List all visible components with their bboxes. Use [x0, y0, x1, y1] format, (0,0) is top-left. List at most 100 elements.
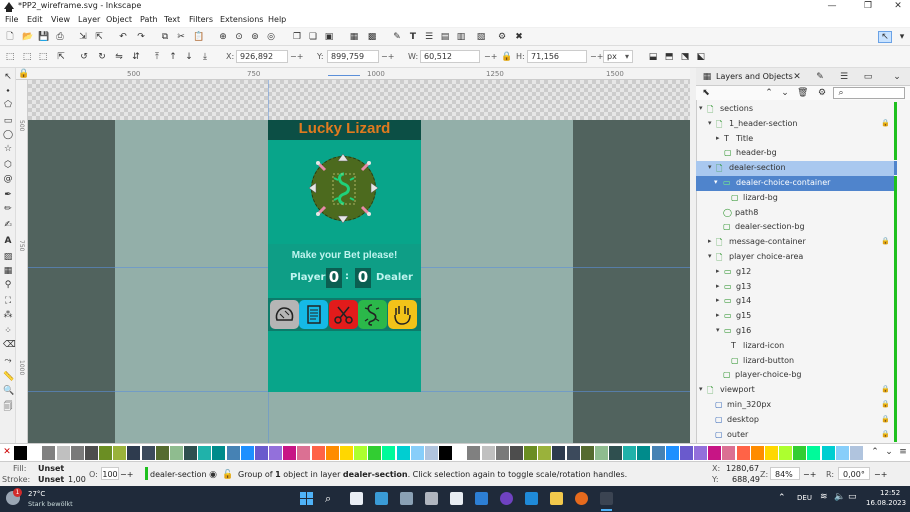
task-view-icon[interactable] — [350, 492, 363, 505]
selector-tool-icon[interactable]: ↖ — [3, 72, 13, 82]
flip-vertical-icon[interactable]: ⇵ — [131, 52, 141, 62]
opacity-field[interactable]: 100 — [101, 467, 119, 480]
zoom-tool-icon[interactable]: 🔍 — [3, 386, 14, 396]
new-document-icon[interactable]: 🗋 — [5, 32, 15, 42]
flip-horizontal-icon[interactable]: ⇋ — [114, 52, 124, 62]
color-swatch[interactable] — [821, 446, 835, 460]
minimize-button[interactable]: — — [822, 1, 842, 11]
bet-message[interactable]: Make your Bet please! — [268, 250, 421, 261]
zoom-field[interactable]: 84% — [770, 467, 800, 480]
store-icon[interactable] — [475, 492, 488, 505]
star-tool-icon[interactable]: ☆ — [3, 144, 13, 154]
color-swatch[interactable] — [269, 446, 283, 460]
xml-editor-icon[interactable]: ▤ — [440, 32, 450, 42]
color-swatch[interactable] — [212, 446, 226, 460]
scissors-button[interactable] — [329, 300, 358, 329]
layers-icon[interactable]: ▧ — [476, 32, 486, 42]
expand-arrow-icon[interactable]: ▸ — [716, 267, 723, 275]
align-distribute-icon[interactable]: ☰ — [424, 32, 434, 42]
group-icon[interactable]: ▦ — [349, 32, 359, 42]
redo-icon[interactable]: ↷ — [136, 32, 146, 42]
expand-arrow-icon[interactable]: ▸ — [716, 311, 723, 319]
measure-tool-icon[interactable]: 📏 — [3, 372, 14, 382]
no-paint-icon[interactable]: ✕ — [2, 447, 12, 457]
color-swatch[interactable] — [198, 446, 212, 460]
layer-row-header-section[interactable]: ▾ 🗋 1_header-section 🔒 — [696, 117, 894, 132]
expand-arrow-icon[interactable]: ▾ — [699, 385, 706, 393]
inkscape-taskbar-icon[interactable] — [600, 492, 613, 505]
menu-text[interactable]: Text — [164, 15, 180, 24]
color-swatch[interactable] — [764, 446, 778, 460]
color-swatch[interactable] — [141, 446, 155, 460]
w-field[interactable]: 60,512 — [420, 50, 480, 63]
lock-icon[interactable]: 🔒 — [881, 430, 890, 438]
clock-time[interactable]: 12:52 — [880, 489, 900, 497]
h-field[interactable]: 71,156 — [527, 50, 587, 63]
zoom-page-icon[interactable]: ⊚ — [250, 32, 260, 42]
color-swatch[interactable] — [439, 446, 453, 460]
color-swatch[interactable] — [835, 446, 849, 460]
expand-arrow-icon[interactable]: ▸ — [716, 134, 723, 142]
color-swatch[interactable] — [509, 446, 523, 460]
camera-app-icon[interactable] — [400, 492, 413, 505]
widgets-icon[interactable] — [375, 492, 388, 505]
scale-corners-icon[interactable]: ⬒ — [664, 52, 674, 62]
snap-options-icon[interactable]: ▾ — [897, 32, 907, 42]
raise-icon[interactable]: ↑ — [168, 52, 178, 62]
pencil-tool-icon[interactable]: ✏ — [3, 204, 13, 214]
color-swatch[interactable] — [56, 446, 70, 460]
layer-row-dealer-section-bg[interactable]: ▢ dealer-section-bg — [696, 220, 894, 235]
undo-icon[interactable]: ↶ — [118, 32, 128, 42]
fill-stroke-icon[interactable]: ✎ — [392, 32, 402, 42]
rectangle-tool-icon[interactable]: ▭ — [3, 116, 13, 126]
color-swatch[interactable] — [70, 446, 84, 460]
language-indicator[interactable]: DEU — [797, 494, 812, 502]
notepad-icon[interactable] — [450, 492, 463, 505]
color-swatch[interactable] — [793, 446, 807, 460]
clone-icon[interactable]: ❏ — [308, 32, 318, 42]
layer-row-sections[interactable]: ▾ 🗋 sections — [696, 102, 894, 117]
snap-toggle-icon[interactable]: ↖ — [878, 31, 892, 43]
paper-button[interactable] — [299, 300, 328, 329]
battery-icon[interactable]: ▭ — [848, 492, 857, 502]
3d-box-tool-icon[interactable]: ⬡ — [3, 160, 13, 170]
color-swatch[interactable] — [623, 446, 637, 460]
layer-row-message-container[interactable]: ▸ 🗋 message-container 🔒 — [696, 235, 894, 250]
restore-button[interactable]: ❐ — [858, 1, 878, 11]
x-field[interactable]: 926,892 — [236, 50, 288, 63]
mesh-tool-icon[interactable]: ▦ — [3, 266, 13, 276]
color-swatch[interactable] — [481, 446, 495, 460]
palette-menu-icon[interactable]: ≡ — [898, 447, 908, 457]
unlink-clone-icon[interactable]: ▣ — [324, 32, 334, 42]
color-swatch[interactable] — [396, 446, 410, 460]
opacity-stepper[interactable]: −+ — [120, 470, 133, 479]
color-swatch[interactable] — [637, 446, 651, 460]
color-swatch[interactable] — [453, 446, 467, 460]
fill-value[interactable]: Unset — [38, 464, 64, 473]
zoom-center-icon[interactable]: ◎ — [266, 32, 276, 42]
menu-file[interactable]: File — [5, 15, 18, 24]
layer-row-path8[interactable]: ◯ path8 — [696, 206, 894, 221]
lower-bottom-icon[interactable]: ⤓ — [200, 52, 210, 62]
lizard-icon[interactable] — [330, 172, 358, 206]
header-title[interactable]: Lucky Lizard — [268, 120, 421, 137]
weather-temp[interactable]: 27°C — [28, 490, 45, 498]
document-properties-icon[interactable]: ⚙ — [497, 32, 507, 42]
deselect-icon[interactable]: ⬚ — [38, 52, 48, 62]
layer-visibility-icon[interactable]: ◉ — [208, 470, 218, 480]
color-swatch[interactable] — [538, 446, 552, 460]
color-swatch[interactable] — [467, 446, 481, 460]
layer-row-lizard-bg[interactable]: ▢ lizard-bg — [696, 191, 894, 206]
spiral-tool-icon[interactable]: @ — [3, 174, 13, 184]
zoom-stepper[interactable]: −+ — [803, 470, 816, 479]
zoom-selection-icon[interactable]: ⊕ — [218, 32, 228, 42]
align-tab-icon[interactable]: ☰ — [839, 72, 849, 82]
vscode-icon[interactable] — [525, 492, 538, 505]
move-patterns-icon[interactable]: ⬕ — [696, 52, 706, 62]
y-stepper[interactable]: −+ — [381, 52, 394, 61]
search-icon[interactable]: ⌕ — [325, 492, 338, 505]
text-font-icon[interactable]: T — [408, 32, 418, 42]
layer-row-lizard-icon[interactable]: Tlizard-icon — [696, 339, 894, 354]
layer-row-player-choice-area[interactable]: ▾ 🗋 player choice-area — [696, 250, 894, 265]
select-all-layers-icon[interactable]: ⬚ — [22, 52, 32, 62]
